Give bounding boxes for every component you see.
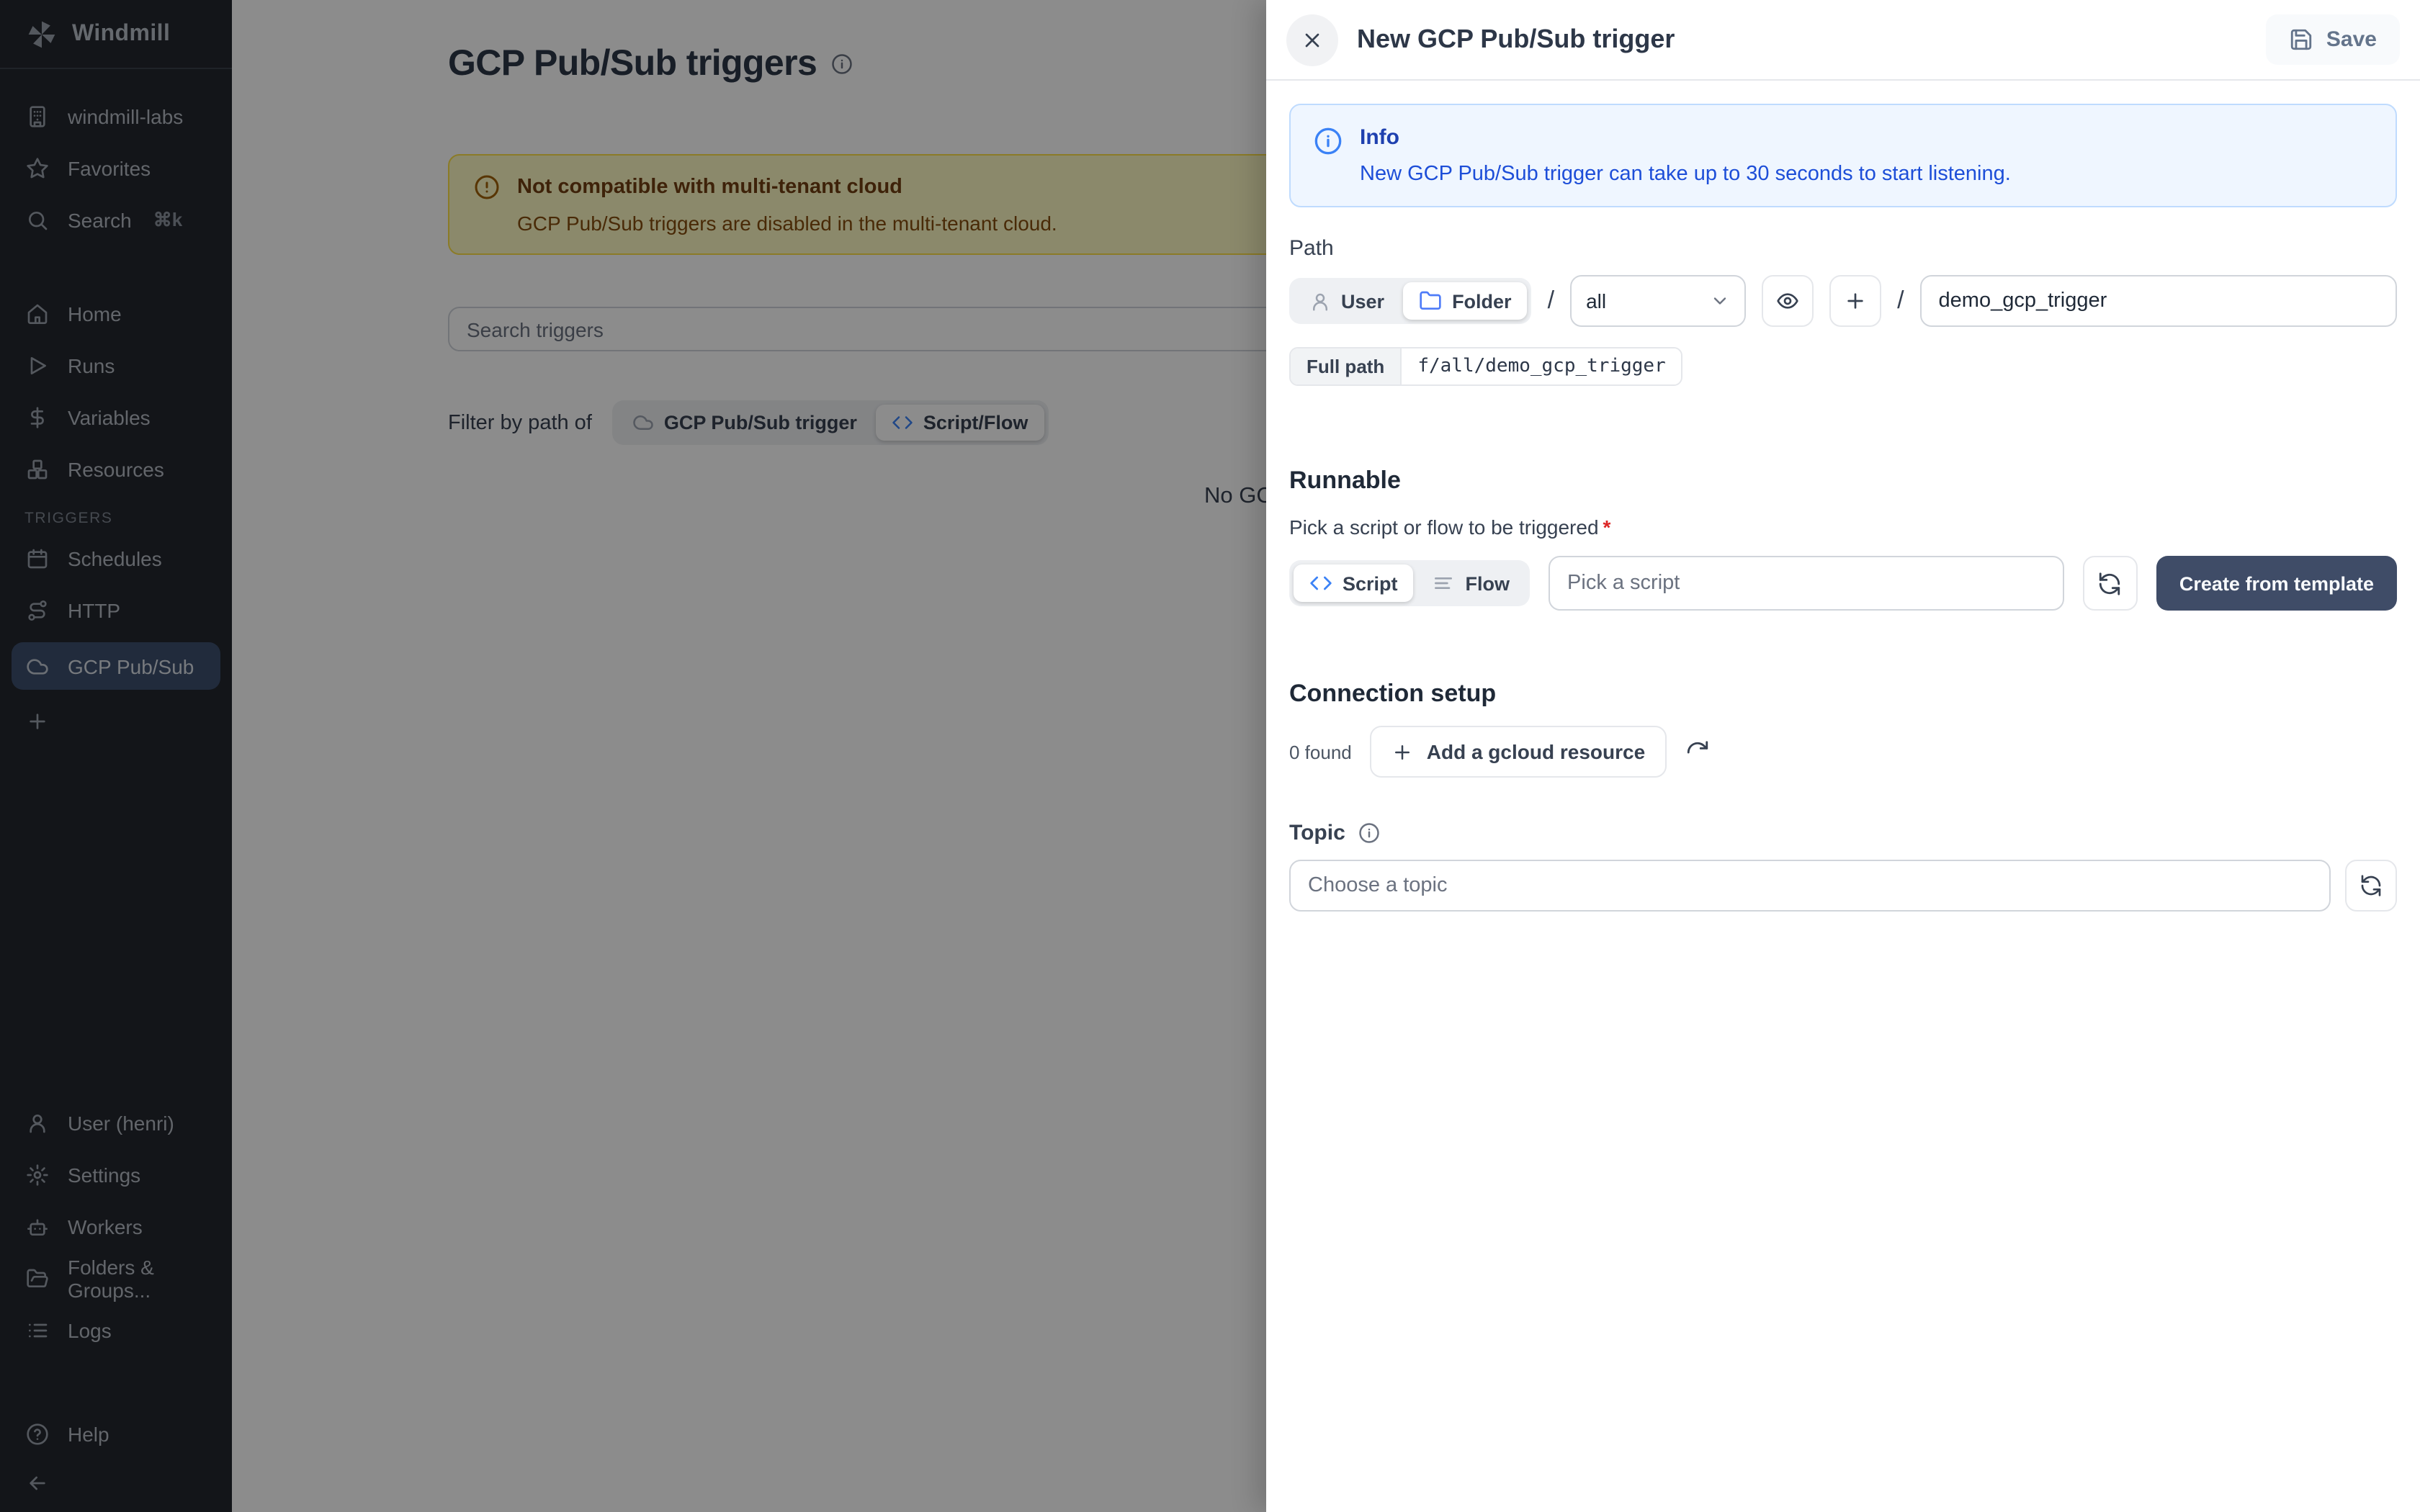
add-folder-button[interactable] [1829, 275, 1881, 327]
save-label: Save [2326, 27, 2377, 52]
path-label: Path [1289, 236, 2397, 261]
info-icon [1314, 127, 1343, 186]
info-banner: Info New GCP Pub/Sub trigger can take up… [1289, 104, 2397, 207]
runnable-heading: Runnable [1289, 467, 2397, 495]
refresh-icon [1685, 739, 1710, 764]
folder-icon [1419, 289, 1442, 312]
runnable-kind-label: Flow [1466, 572, 1510, 594]
close-button[interactable] [1286, 14, 1338, 66]
info-title: Info [1360, 125, 2011, 150]
owner-kind-label: User [1341, 290, 1384, 312]
owner-kind-label: Folder [1452, 290, 1512, 312]
path-separator: / [1548, 287, 1554, 315]
flow-lines-icon [1433, 572, 1456, 595]
modal-backdrop[interactable] [0, 0, 1266, 1512]
info-message: New GCP Pub/Sub trigger can take up to 3… [1360, 163, 2011, 186]
refresh-topics-button[interactable] [2345, 860, 2397, 912]
refresh-scripts-button[interactable] [2083, 556, 2138, 611]
plus-icon [1392, 741, 1414, 762]
full-path-label: Full path [1291, 348, 1400, 384]
plus-icon [1844, 289, 1867, 312]
runnable-description-text: Pick a script or flow to be triggered [1289, 516, 1599, 539]
choose-topic-input[interactable] [1289, 860, 2331, 912]
drawer-title: New GCP Pub/Sub trigger [1357, 24, 2247, 55]
owner-kind-folder[interactable]: Folder [1403, 282, 1528, 320]
code-icon [1309, 572, 1332, 595]
chevron-down-icon [1710, 291, 1730, 311]
pick-script-input[interactable] [1549, 556, 2064, 611]
full-path-chip: Full path f/all/demo_gcp_trigger [1289, 347, 1683, 386]
refresh-icon [2098, 571, 2123, 595]
close-icon [1301, 28, 1324, 51]
folder-select[interactable]: all [1570, 275, 1746, 327]
owner-kind-user[interactable]: User [1294, 283, 1400, 319]
runnable-kind-toggle: Script Flow [1289, 560, 1530, 606]
save-button[interactable]: Save [2266, 14, 2400, 65]
connection-heading: Connection setup [1289, 680, 2397, 708]
resources-found-count: 0 found [1289, 741, 1352, 762]
view-folder-button[interactable] [1762, 275, 1814, 327]
required-asterisk: * [1603, 516, 1611, 539]
new-trigger-drawer: New GCP Pub/Sub trigger Save Info New GC… [1266, 0, 2420, 1512]
folder-select-value: all [1586, 289, 1606, 312]
runnable-description: Pick a script or flow to be triggered* [1289, 516, 2397, 539]
add-gcloud-resource-label: Add a gcloud resource [1427, 740, 1645, 763]
user-icon [1309, 290, 1331, 312]
app-root: Windmill windmill-labs Favorites Search [0, 0, 2420, 1512]
refresh-icon [2360, 874, 2383, 897]
runnable-kind-flow[interactable]: Flow [1417, 564, 1526, 602]
topic-info-icon[interactable] [1358, 822, 1380, 844]
save-icon [2289, 27, 2313, 52]
runnable-kind-script[interactable]: Script [1294, 564, 1414, 602]
eye-icon [1776, 289, 1799, 312]
path-separator: / [1897, 287, 1904, 315]
add-gcloud-resource-button[interactable]: Add a gcloud resource [1371, 726, 1667, 778]
create-from-template-button[interactable]: Create from template [2156, 556, 2397, 611]
refresh-resources-button[interactable] [1685, 739, 1710, 764]
runnable-kind-label: Script [1343, 572, 1398, 594]
topic-heading: Topic [1289, 821, 1345, 845]
trigger-name-input[interactable] [1920, 275, 2397, 327]
owner-kind-toggle: User Folder [1289, 278, 1532, 324]
full-path-value: f/all/demo_gcp_trigger [1400, 348, 1681, 384]
